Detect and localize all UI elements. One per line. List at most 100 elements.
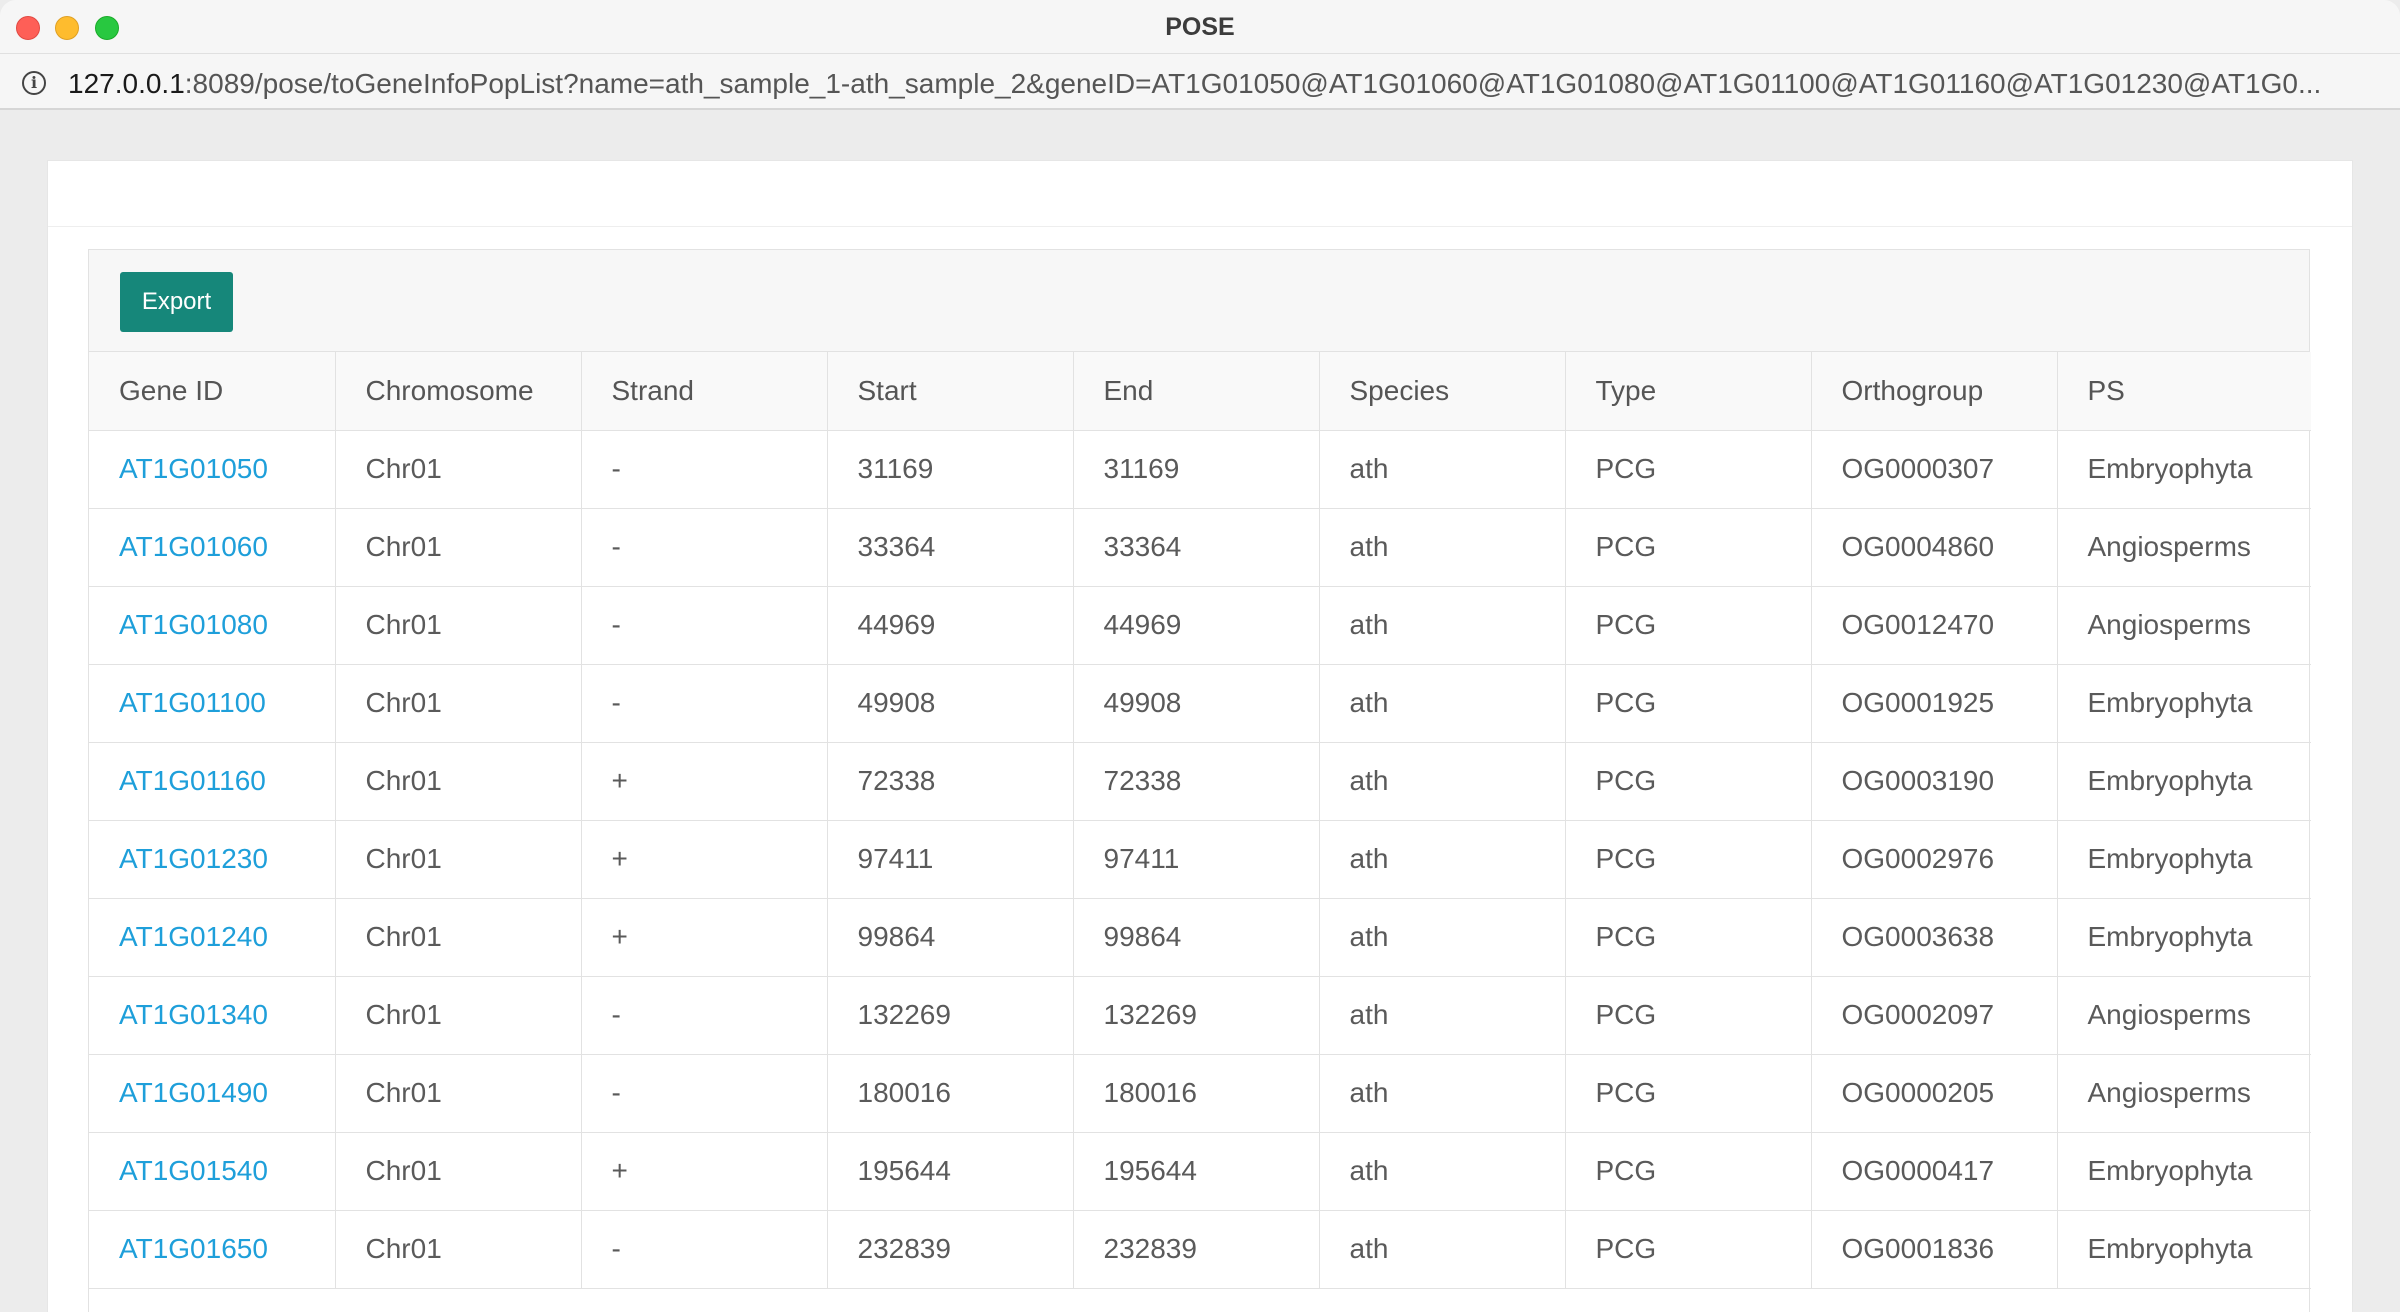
column-header-end[interactable]: End <box>1073 352 1320 431</box>
cell-end: 99864 <box>1073 898 1320 977</box>
cell-start: 72338 <box>827 742 1074 821</box>
card-header <box>48 161 2352 227</box>
cell-start: 232839 <box>827 1210 1074 1289</box>
cell-species: ath <box>1319 586 1566 665</box>
column-header-start[interactable]: Start <box>827 352 1074 431</box>
cell-ps: Angiosperms <box>2057 508 2311 587</box>
cell-type: PCG <box>1565 664 1812 743</box>
title-bar: POSE <box>0 0 2400 54</box>
cell-strand: + <box>581 742 828 821</box>
cell-species: ath <box>1319 1132 1566 1211</box>
url-text[interactable]: 127.0.0.1:8089/pose/toGeneInfoPopList?na… <box>68 68 2378 100</box>
table-toolbar: Export <box>89 250 2309 352</box>
cell-chromosome: Chr01 <box>335 586 582 665</box>
gene-id-link[interactable]: AT1G01050 <box>119 453 268 484</box>
column-header-orthogroup[interactable]: Orthogroup <box>1811 352 2058 431</box>
column-header-chromosome[interactable]: Chromosome <box>335 352 582 431</box>
cell-strand: - <box>581 664 828 743</box>
cell-gene-id: AT1G01540 <box>89 1132 336 1211</box>
cell-strand: - <box>581 1210 828 1289</box>
table-row: AT1G01240 Chr01 +99864 99864 ath PCG OG0003638… <box>89 898 2311 977</box>
cell-ps: Angiosperms <box>2057 1054 2311 1133</box>
cell-orthogroup: OG0001836 <box>1811 1210 2058 1289</box>
cell-end: 180016 <box>1073 1054 1320 1133</box>
cell-strand: - <box>581 508 828 587</box>
gene-id-link[interactable]: AT1G01080 <box>119 609 268 640</box>
cell-orthogroup: OG0003638 <box>1811 898 2058 977</box>
cell-chromosome: Chr01 <box>335 1210 582 1289</box>
cell-chromosome: Chr01 <box>335 508 582 587</box>
cell-strand: - <box>581 586 828 665</box>
cell-gene-id: AT1G01160 <box>89 742 336 821</box>
cell-chromosome: Chr01 <box>335 976 582 1055</box>
cell-end: 31169 <box>1073 430 1320 509</box>
cell-orthogroup: OG0002976 <box>1811 820 2058 899</box>
cell-orthogroup: OG0002097 <box>1811 976 2058 1055</box>
cell-type: PCG <box>1565 430 1812 509</box>
table-row: AT1G01650 Chr01-232839 232839 ath PCG OG00018… <box>89 1210 2311 1289</box>
cell-orthogroup: OG0000205 <box>1811 1054 2058 1133</box>
cell-start: 99864 <box>827 898 1074 977</box>
cell-type: PCG <box>1565 1210 1812 1289</box>
gene-id-link[interactable]: AT1G01490 <box>119 1077 268 1108</box>
cell-type: PCG <box>1565 1054 1812 1133</box>
cell-end: 132269 <box>1073 976 1320 1055</box>
column-header-ps[interactable]: PS <box>2057 352 2311 431</box>
gene-table-container: Export Gene ID Chromosome Strand Start End Sp… <box>88 249 2311 1312</box>
cell-end: 49908 <box>1073 664 1320 743</box>
cell-type: PCG <box>1565 742 1812 821</box>
column-header-strand[interactable]: Strand <box>581 352 828 431</box>
cell-ps: Embryophyta <box>2057 1132 2311 1211</box>
table-row: AT1G01080 Chr01-44969 44969 ath PCG OG0012470… <box>89 586 2311 665</box>
url-host: 127.0.0.1 <box>68 68 185 99</box>
gene-id-link[interactable]: AT1G01540 <box>119 1155 268 1186</box>
cell-chromosome: Chr01 <box>335 664 582 743</box>
cell-end: 33364 <box>1073 508 1320 587</box>
info-icon[interactable]: i <box>22 71 46 95</box>
table-row: AT1G01340 Chr01-132269 132269 ath PCG OG00020… <box>89 976 2311 1055</box>
gene-id-link[interactable]: AT1G01100 <box>119 687 266 718</box>
cell-gene-id: AT1G01240 <box>89 898 336 977</box>
cell-strand: + <box>581 820 828 899</box>
table-row: AT1G01060 Chr01-33364 33364 ath PCG OG0004860… <box>89 508 2311 587</box>
table-row: AT1G01100 Chr01-49908 49908 ath PCG OG0001925… <box>89 664 2311 743</box>
gene-id-link[interactable]: AT1G01230 <box>119 843 268 874</box>
cell-species: ath <box>1319 742 1566 821</box>
cell-strand: + <box>581 1132 828 1211</box>
column-header-type[interactable]: Type <box>1565 352 1812 431</box>
cell-end: 44969 <box>1073 586 1320 665</box>
cell-ps: Embryophyta <box>2057 742 2311 821</box>
cell-strand: + <box>581 898 828 977</box>
cell-species: ath <box>1319 1054 1566 1133</box>
cell-gene-id: AT1G01230 <box>89 820 336 899</box>
window-title: POSE <box>1165 13 1235 41</box>
cell-ps: Embryophyta <box>2057 1210 2311 1289</box>
cell-start: 31169 <box>827 430 1074 509</box>
gene-id-link[interactable]: AT1G01650 <box>119 1233 268 1264</box>
browser-window: POSE i 127.0.0.1:8089/pose/toGeneInfoPop… <box>0 0 2400 1312</box>
address-bar[interactable]: i 127.0.0.1:8089/pose/toGeneInfoPopList?… <box>0 54 2400 110</box>
cell-gene-id: AT1G01490 <box>89 1054 336 1133</box>
gene-id-link[interactable]: AT1G01240 <box>119 921 268 952</box>
cell-species: ath <box>1319 820 1566 899</box>
gene-id-link[interactable]: AT1G01060 <box>119 531 268 562</box>
column-header-species[interactable]: Species <box>1319 352 1566 431</box>
cell-species: ath <box>1319 664 1566 743</box>
cell-chromosome: Chr01 <box>335 430 582 509</box>
cell-orthogroup: OG0000307 <box>1811 430 2058 509</box>
table-row: AT1G01160 Chr01 +72338 72338 ath PCG OG0003190… <box>89 742 2311 821</box>
cell-start: 33364 <box>827 508 1074 587</box>
gene-id-link[interactable]: AT1G01340 <box>119 999 268 1030</box>
cell-ps: Embryophyta <box>2057 664 2311 743</box>
cell-strand: - <box>581 976 828 1055</box>
gene-id-link[interactable]: AT1G01160 <box>119 765 266 796</box>
cell-chromosome: Chr01 <box>335 1132 582 1211</box>
cell-type: PCG <box>1565 508 1812 587</box>
cell-chromosome: Chr01 <box>335 820 582 899</box>
cell-ps: Embryophyta <box>2057 430 2311 509</box>
cell-chromosome: Chr01 <box>335 742 582 821</box>
cell-gene-id: AT1G01100 <box>89 664 336 743</box>
column-header-gene-id[interactable]: Gene ID <box>89 352 336 431</box>
export-button[interactable]: Export <box>120 272 233 332</box>
content-card: Export Gene ID Chromosome Strand Start End Sp… <box>47 160 2353 1312</box>
